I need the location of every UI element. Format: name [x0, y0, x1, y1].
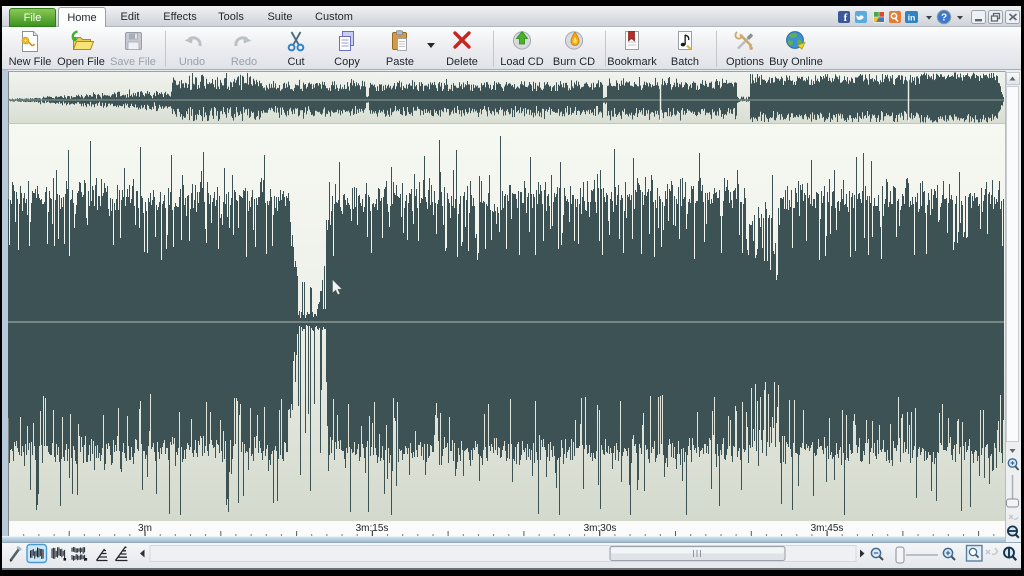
svg-text:3m:30s: 3m:30s: [584, 523, 617, 534]
svg-text:3m: 3m: [138, 523, 152, 534]
svg-text:f: f: [844, 12, 848, 24]
svg-text:in: in: [908, 13, 916, 23]
svg-text:3m:45s: 3m:45s: [811, 523, 844, 534]
svg-text:?: ?: [941, 13, 947, 24]
svg-text:3m:15s: 3m:15s: [356, 523, 389, 534]
